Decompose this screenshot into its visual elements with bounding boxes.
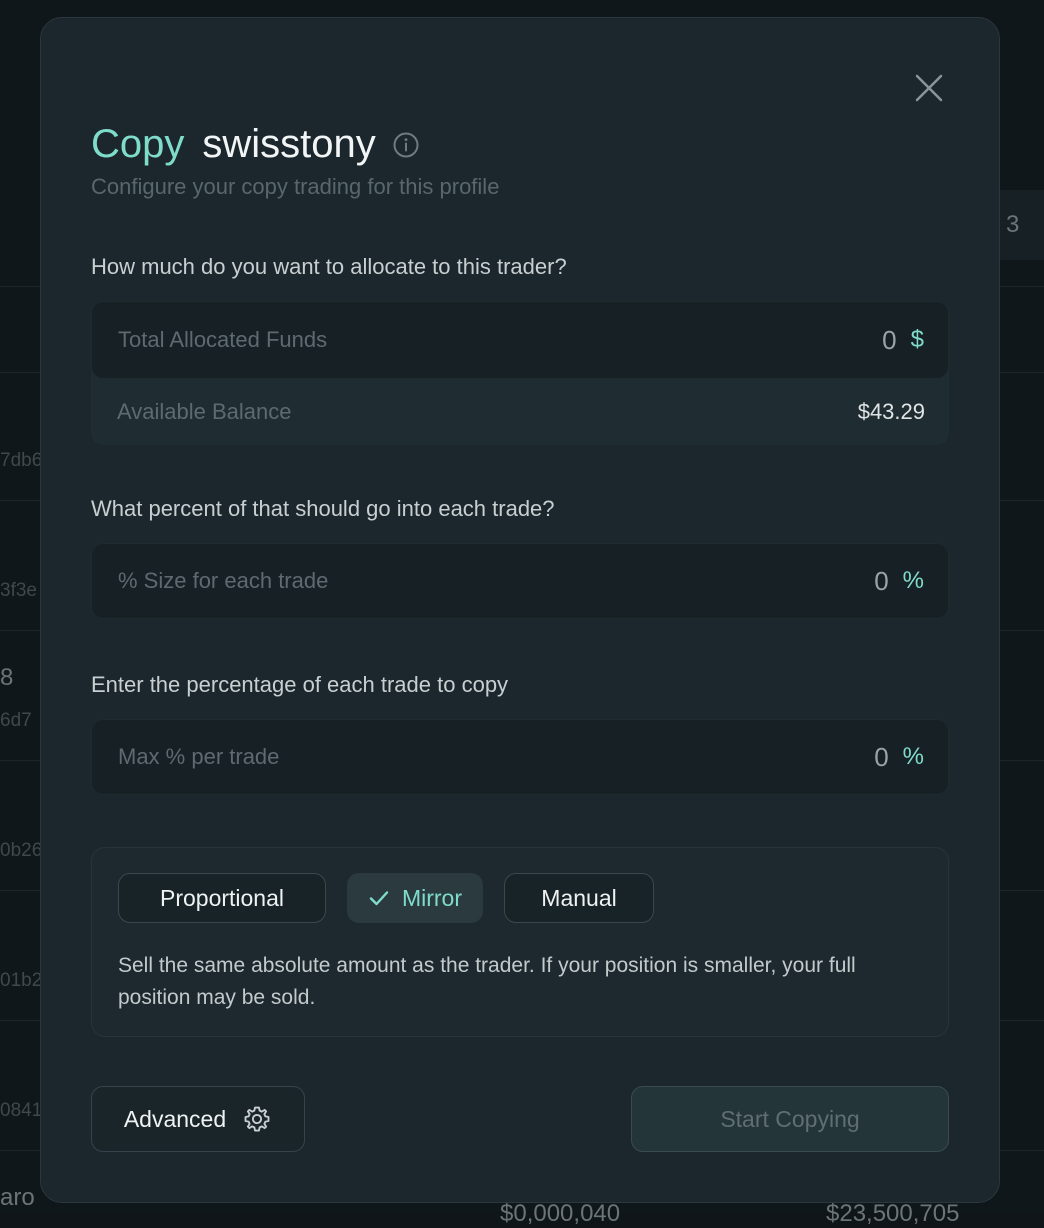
background-text: 3 [1006, 211, 1019, 239]
title-prefix: Copy [91, 122, 184, 167]
close-icon [913, 72, 945, 104]
background-text: 7db6 [0, 450, 42, 472]
size-per-trade-input[interactable]: % Size for each trade 0 % [91, 543, 949, 619]
allocation-group: Total Allocated Funds 0 $ Available Bala… [91, 301, 949, 445]
max-percent-question: Enter the percentage of each trade to co… [91, 672, 508, 698]
modal-title: Copy swisstony [91, 122, 420, 167]
allocated-funds-placeholder: Total Allocated Funds [118, 327, 327, 353]
gear-icon [242, 1104, 272, 1134]
background-text: 6d7 [0, 710, 32, 732]
mode-mirror-label: Mirror [402, 885, 462, 912]
mode-proportional-button[interactable]: Proportional [118, 873, 326, 923]
size-per-trade-value: 0 [874, 566, 888, 597]
advanced-button[interactable]: Advanced [91, 1086, 305, 1152]
background-text: 0841 [0, 1100, 42, 1122]
mode-description: Sell the same absolute amount as the tra… [118, 950, 918, 1014]
background-text: 0b26 [0, 840, 42, 862]
allocated-funds-value: 0 [882, 325, 896, 356]
max-percent-input[interactable]: Max % per trade 0 % [91, 719, 949, 795]
available-balance-label: Available Balance [117, 399, 292, 425]
dollar-unit: $ [911, 326, 924, 354]
check-icon [368, 887, 390, 909]
allocate-question: How much do you want to allocate to this… [91, 254, 567, 280]
size-per-trade-placeholder: % Size for each trade [118, 568, 328, 594]
trader-name: swisstony [202, 122, 375, 167]
percent-unit: % [903, 567, 924, 595]
mode-mirror-button[interactable]: Mirror [347, 873, 483, 923]
allocated-funds-value-wrap: 0 $ [882, 325, 924, 356]
size-per-trade-value-wrap: 0 % [874, 566, 924, 597]
background-text: aro [0, 1184, 35, 1212]
info-icon[interactable] [392, 131, 420, 159]
close-button[interactable] [913, 72, 945, 104]
max-percent-value-wrap: 0 % [874, 742, 924, 773]
background-text: $23,500,705 [826, 1200, 959, 1228]
background-text: 3f3e [0, 580, 37, 602]
modal-subtitle: Configure your copy trading for this pro… [91, 174, 499, 200]
start-copying-button[interactable]: Start Copying [631, 1086, 949, 1152]
max-percent-value: 0 [874, 742, 888, 773]
copy-trader-modal: Copy swisstony Configure your copy tradi… [40, 17, 1000, 1203]
available-balance-value: $43.29 [858, 399, 925, 425]
sell-mode-selector: Proportional Mirror Manual Sell the same… [91, 847, 949, 1037]
allocated-funds-input[interactable]: Total Allocated Funds 0 $ [91, 301, 949, 379]
percent-question: What percent of that should go into each… [91, 496, 555, 522]
background-text: $0,000,040 [500, 1200, 620, 1228]
available-balance-row: Available Balance $43.29 [117, 379, 925, 445]
advanced-label: Advanced [124, 1106, 226, 1133]
mode-manual-button[interactable]: Manual [504, 873, 654, 923]
percent-unit: % [903, 743, 924, 771]
background-text: 8 [0, 664, 13, 692]
max-percent-placeholder: Max % per trade [118, 744, 279, 770]
